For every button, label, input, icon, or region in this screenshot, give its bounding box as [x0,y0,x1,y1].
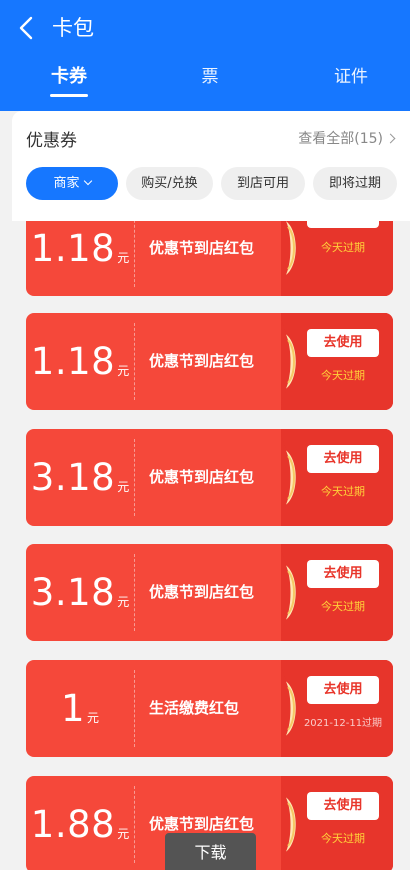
coupon-amount-unit: 元 [117,827,130,841]
coupon-panel-header: 优惠券 查看全部(15) 商家 购买/兑换 到店可用 即将过期 [12,111,410,221]
tab-tickets[interactable]: 票 [170,62,250,92]
tab-coupons[interactable]: 卡券 [29,62,109,92]
coupon-amount-value: 1 [60,687,86,730]
coupon-expiry: 今天过期 [321,369,365,382]
tab-bar: 卡券 票 证件 [0,62,410,102]
coupon-amount: 3.18 元 [26,429,134,526]
coupon-notch-decoration [281,429,304,526]
use-coupon-button[interactable]: 去使用 [307,329,379,357]
coupon-amount-value: 3.18 [30,456,116,499]
coupon-card[interactable]: 3.18 元优惠节到店红包 去使用 今天过期 [26,429,393,526]
coupon-amount-unit: 元 [117,595,130,609]
use-coupon-button[interactable]: 去使用 [307,221,379,228]
coupon-expiry: 今天过期 [321,600,365,613]
coupon-divider [134,221,135,287]
coupon-name: 优惠节到店红包 [149,352,255,370]
chevron-right-icon [385,133,396,144]
coupon-notch-decoration [281,313,304,410]
page-title: 卡包 [52,16,94,40]
coupon-divider [134,670,135,747]
app-header: 卡包 卡券 票 证件 [0,0,410,111]
filter-expiring[interactable]: 即将过期 [313,167,397,200]
use-coupon-button[interactable]: 去使用 [307,792,379,820]
coupon-expiry: 今天过期 [321,832,365,845]
filter-in-store[interactable]: 到店可用 [221,167,305,200]
coupon-expiry: 2021-12-11过期 [303,718,383,729]
coupon-expiry: 今天过期 [321,485,365,498]
coupon-list[interactable]: 1.18元优惠节到店红包去使用今天过期1.18元优惠节到店红包去使用今天过期3.… [0,221,410,870]
coupon-notch-decoration [281,776,304,870]
active-tab-indicator [50,94,88,97]
coupon-expiry: 今天过期 [321,241,365,254]
view-all-link[interactable]: 查看全部(15) [298,128,396,148]
use-coupon-button[interactable]: 去使用 [307,560,379,588]
coupon-divider [134,786,135,863]
coupon-name: 生活缴费红包 [149,699,240,717]
coupon-card[interactable]: 1 元生活缴费红包 去使用 2021-12-11过期 [26,660,393,757]
section-title: 优惠券 [26,131,77,151]
coupon-amount: 3.18 元 [26,544,134,641]
coupon-card[interactable]: 3.18 元优惠节到店红包 去使用 今天过期 [26,544,393,641]
coupon-divider [134,554,135,631]
coupon-amount-unit: 元 [117,364,130,378]
coupon-amount: 1元 [26,660,134,757]
coupon-notch-decoration [281,221,304,296]
filter-merchant-label: 商家 [53,176,80,191]
tab-documents[interactable]: 证件 [311,62,391,92]
filter-chips: 商家 购买/兑换 到店可用 即将过期 [26,167,410,201]
coupon-amount-unit: 元 [117,250,130,265]
coupon-divider [134,439,135,516]
nav-bar: 卡包 [0,8,410,48]
coupon-amount-value: 1.18 [30,340,116,383]
view-all-label: 查看全部(15) [298,131,383,147]
coupon-amount-value: 1.88 [30,803,116,846]
coupon-name: 优惠节到店红包 [149,238,255,257]
filter-merchant[interactable]: 商家 [26,167,118,200]
coupon-card[interactable]: 1.18元优惠节到店红包去使用今天过期 [26,221,393,296]
coupon-card[interactable]: 1.18元优惠节到店红包去使用今天过期 [26,313,393,410]
download-button[interactable]: 下载 [165,833,256,870]
coupon-amount-value: 3.18 [30,571,116,614]
coupon-amount: 1.18 元 [26,221,134,296]
coupon-divider [134,323,135,400]
coupon-amount-value: 1.18 [30,226,116,270]
chevron-left-icon[interactable] [14,14,42,42]
coupon-amount-unit: 元 [117,480,130,494]
coupon-amount: 1.88 元 [26,776,134,870]
filter-purchase[interactable]: 购买/兑换 [126,167,213,200]
coupon-amount-unit: 元 [87,711,100,725]
use-coupon-button[interactable]: 去使用 [307,445,379,473]
coupon-notch-decoration [281,660,304,757]
coupon-notch-decoration [281,544,304,641]
chevron-down-icon [83,176,92,186]
coupon-name: 优惠节到店红包 [149,468,255,486]
use-coupon-button[interactable]: 去使用 [307,676,379,704]
coupon-amount: 1.18 元 [26,313,134,410]
coupon-name: 优惠节到店红包 [149,583,255,601]
